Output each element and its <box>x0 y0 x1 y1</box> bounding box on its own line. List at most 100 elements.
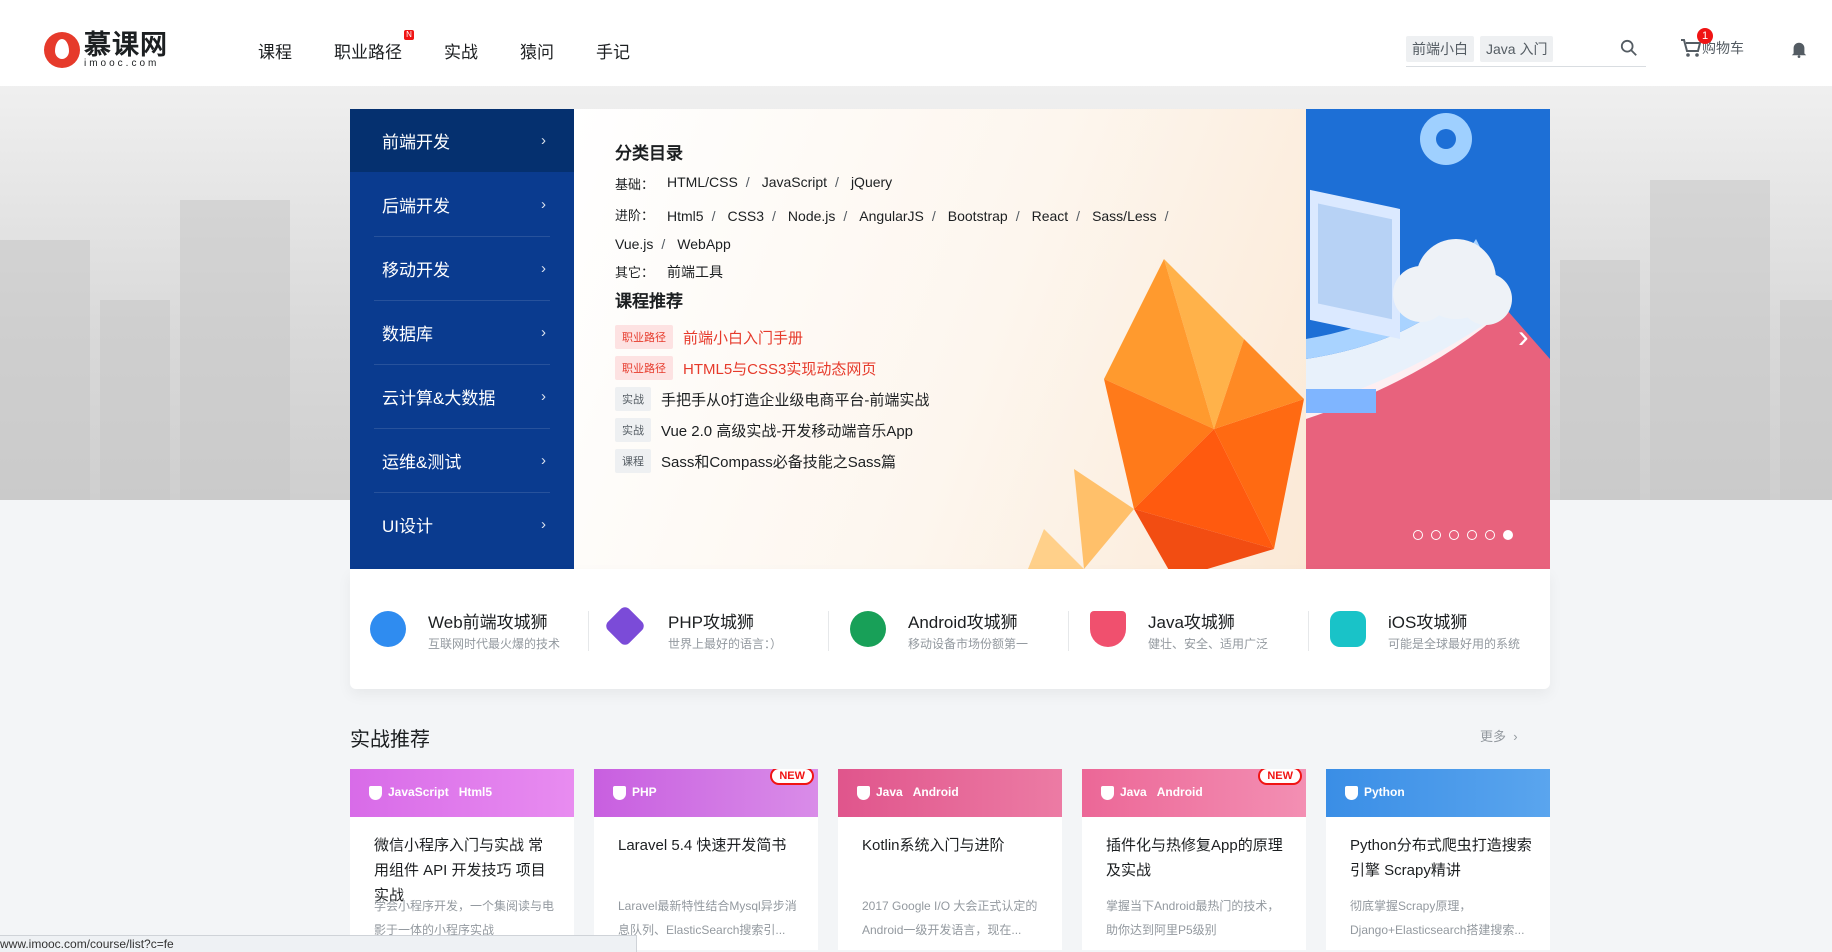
course-link[interactable]: Node.js <box>788 202 835 230</box>
carousel-dot[interactable] <box>1413 530 1423 540</box>
course-link[interactable]: jQuery <box>851 174 892 193</box>
promo-banner[interactable] <box>1306 109 1550 569</box>
nav-notes[interactable]: 手记 <box>596 38 630 63</box>
recommend-title-text: Sass和Compass必备技能之Sass篇 <box>661 453 897 471</box>
path-item-android[interactable]: Android攻城狮 移动设备市场份额第一 <box>830 608 1050 656</box>
shield-icon <box>1345 786 1358 800</box>
path-title: PHP攻城狮 <box>668 613 754 632</box>
chevron-right-icon: › <box>1509 729 1518 744</box>
carousel-dot[interactable] <box>1449 530 1459 540</box>
category-item-backend[interactable]: 后端开发 › <box>374 173 550 237</box>
shield-icon <box>1101 786 1114 800</box>
recommend-tag: 实战 <box>615 387 651 411</box>
bell-icon[interactable] <box>1790 40 1808 58</box>
course-link[interactable]: Vue.js <box>615 230 653 258</box>
course-link[interactable]: Bootstrap <box>948 202 1008 230</box>
main-nav: 课程 职业路径 N 实战 猿问 手记 <box>258 30 672 63</box>
flame-logo-icon <box>44 32 80 68</box>
path-title: Java攻城狮 <box>1148 613 1235 632</box>
search-box[interactable]: 前端小白 Java 入门 <box>1406 32 1646 67</box>
path-item-web[interactable]: Web前端攻城狮 互联网时代最火爆的技术 <box>350 608 570 656</box>
java-path-icon <box>1090 611 1126 647</box>
category-menu: 前端开发 › 后端开发 › 移动开发 › 数据库 › 云计算&大数据 › 运维&测试 › U… <box>350 109 574 569</box>
recommend-tag: 职业路径 <box>615 356 673 380</box>
chevron-right-icon: › <box>541 324 546 341</box>
category-item-ui[interactable]: UI设计 › <box>374 493 550 556</box>
nav-courses[interactable]: 课程 <box>258 38 292 63</box>
path-item-java[interactable]: Java攻城狮 健壮、安全、适用广泛 <box>1070 608 1290 656</box>
card-tag: Java <box>876 785 903 799</box>
course-link[interactable]: Sass/Less <box>1092 202 1157 230</box>
course-link[interactable]: JavaScript <box>762 174 827 193</box>
php-path-icon <box>603 604 647 648</box>
category-label: 后端开发 <box>382 197 450 216</box>
path-item-php[interactable]: PHP攻城狮 世界上最好的语言：） <box>590 604 810 656</box>
recommend-item[interactable]: 课程 Sass和Compass必备技能之Sass篇 <box>615 449 896 473</box>
course-card[interactable]: JavaScript Html5 微信小程序入门与实战 常用组件 API 开发技巧… <box>350 769 574 950</box>
category-item-cloud[interactable]: 云计算&大数据 › <box>374 365 550 429</box>
path-title: Web前端攻城狮 <box>428 613 548 632</box>
path-title: Android攻城狮 <box>908 613 1018 632</box>
nav-career-paths[interactable]: 职业路径 N <box>334 30 414 63</box>
carousel-dot[interactable] <box>1503 530 1513 540</box>
category-label: 移动开发 <box>382 261 450 280</box>
row-label: 进阶： <box>615 208 655 223</box>
nav-qa[interactable]: 猿问 <box>520 38 554 63</box>
path-title: iOS攻城狮 <box>1388 613 1468 632</box>
search-hot-tag[interactable]: 前端小白 <box>1406 36 1474 62</box>
recommend-title-text: 前端小白入门手册 <box>683 329 804 347</box>
more-link[interactable]: 更多 › <box>1480 726 1518 745</box>
recommend-item[interactable]: 实战 Vue 2.0 高级实战-开发移动端音乐App <box>615 418 913 442</box>
carousel-dot[interactable] <box>1467 530 1477 540</box>
card-desc: 彻底掌握Scrapy原理，Django+Elasticsearch搭建搜索... <box>1350 899 1525 937</box>
new-badge: NEW <box>1258 769 1302 785</box>
course-link[interactable]: WebApp <box>677 230 730 258</box>
path-desc: 世界上最好的语言：） <box>668 637 783 651</box>
course-link[interactable]: 前端工具 <box>667 262 723 282</box>
chevron-right-icon: › <box>541 132 546 149</box>
carousel-dot[interactable] <box>1485 530 1495 540</box>
recommend-item[interactable]: 实战 手把手从0打造企业级电商平台-前端实战 <box>615 387 929 411</box>
course-card[interactable]: PHP NEW Laravel 5.4 快速开发简书 Laravel最新特性结合… <box>594 769 818 950</box>
category-item-ops[interactable]: 运维&测试 › <box>374 429 550 493</box>
carousel-dot[interactable] <box>1431 530 1441 540</box>
chevron-right-icon: › <box>541 452 546 469</box>
site-header: 慕课网 imooc.com 课程 职业路径 N 实战 猿问 手记 前端小白 Jav… <box>0 0 1832 86</box>
card-desc: Laravel最新特性结合Mysql异步消息队列、ElasticSearch搜索… <box>618 899 797 937</box>
search-icon[interactable] <box>1620 39 1638 57</box>
card-tag: Python <box>1364 785 1405 799</box>
search-hot-tag[interactable]: Java 入门 <box>1480 36 1554 62</box>
web-path-icon <box>370 611 406 647</box>
site-logo[interactable]: 慕课网 imooc.com <box>44 30 168 70</box>
nav-practice[interactable]: 实战 <box>444 38 478 63</box>
chevron-right-icon[interactable]: › <box>1518 318 1529 355</box>
course-link[interactable]: CSS3 <box>727 202 764 230</box>
course-card[interactable]: Java Android NEW 插件化与热修复App的原理及实战 掌握当下And… <box>1082 769 1306 950</box>
new-badge: NEW <box>770 769 814 785</box>
course-link[interactable]: AngularJS <box>859 202 924 230</box>
shield-icon <box>613 786 626 800</box>
directory-row-basic: 基础： HTML/CSS / JavaScript / jQuery <box>615 174 893 193</box>
course-card[interactable]: Java Android Kotlin系统入门与进阶 2017 Google I/… <box>838 769 1062 950</box>
recommend-item[interactable]: 职业路径 前端小白入门手册 <box>615 325 803 349</box>
directory-title: 分类目录 <box>615 144 683 163</box>
category-item-mobile[interactable]: 移动开发 › <box>374 237 550 301</box>
course-link[interactable]: React <box>1032 202 1069 230</box>
cart-link[interactable]: 1 购物车 <box>1680 28 1744 58</box>
path-desc: 健壮、安全、适用广泛 <box>1148 637 1269 651</box>
course-card[interactable]: Python Python分布式爬虫打造搜索引擎 Scrapy精讲 彻底掌握Sc… <box>1326 769 1550 950</box>
card-title: 插件化与热修复App的原理及实战 <box>1106 837 1283 879</box>
category-item-database[interactable]: 数据库 › <box>374 301 550 365</box>
banner-illustration <box>1306 113 1550 569</box>
course-link[interactable]: HTML/CSS <box>667 174 738 193</box>
logo-subtext: imooc.com <box>84 57 160 69</box>
chevron-right-icon: › <box>541 388 546 405</box>
path-desc: 可能是全球最好用的系统 <box>1388 637 1521 651</box>
card-tag: JavaScript <box>388 785 449 799</box>
course-link[interactable]: Html5 <box>667 202 704 230</box>
recommend-tag: 实战 <box>615 418 651 442</box>
path-item-ios[interactable]: iOS攻城狮 可能是全球最好用的系统 <box>1310 608 1530 656</box>
recommend-title-text: Vue 2.0 高级实战-开发移动端音乐App <box>661 422 914 440</box>
category-item-frontend[interactable]: 前端开发 › <box>350 109 574 172</box>
recommend-item[interactable]: 职业路径 HTML5与CSS3实现动态网页 <box>615 356 876 380</box>
